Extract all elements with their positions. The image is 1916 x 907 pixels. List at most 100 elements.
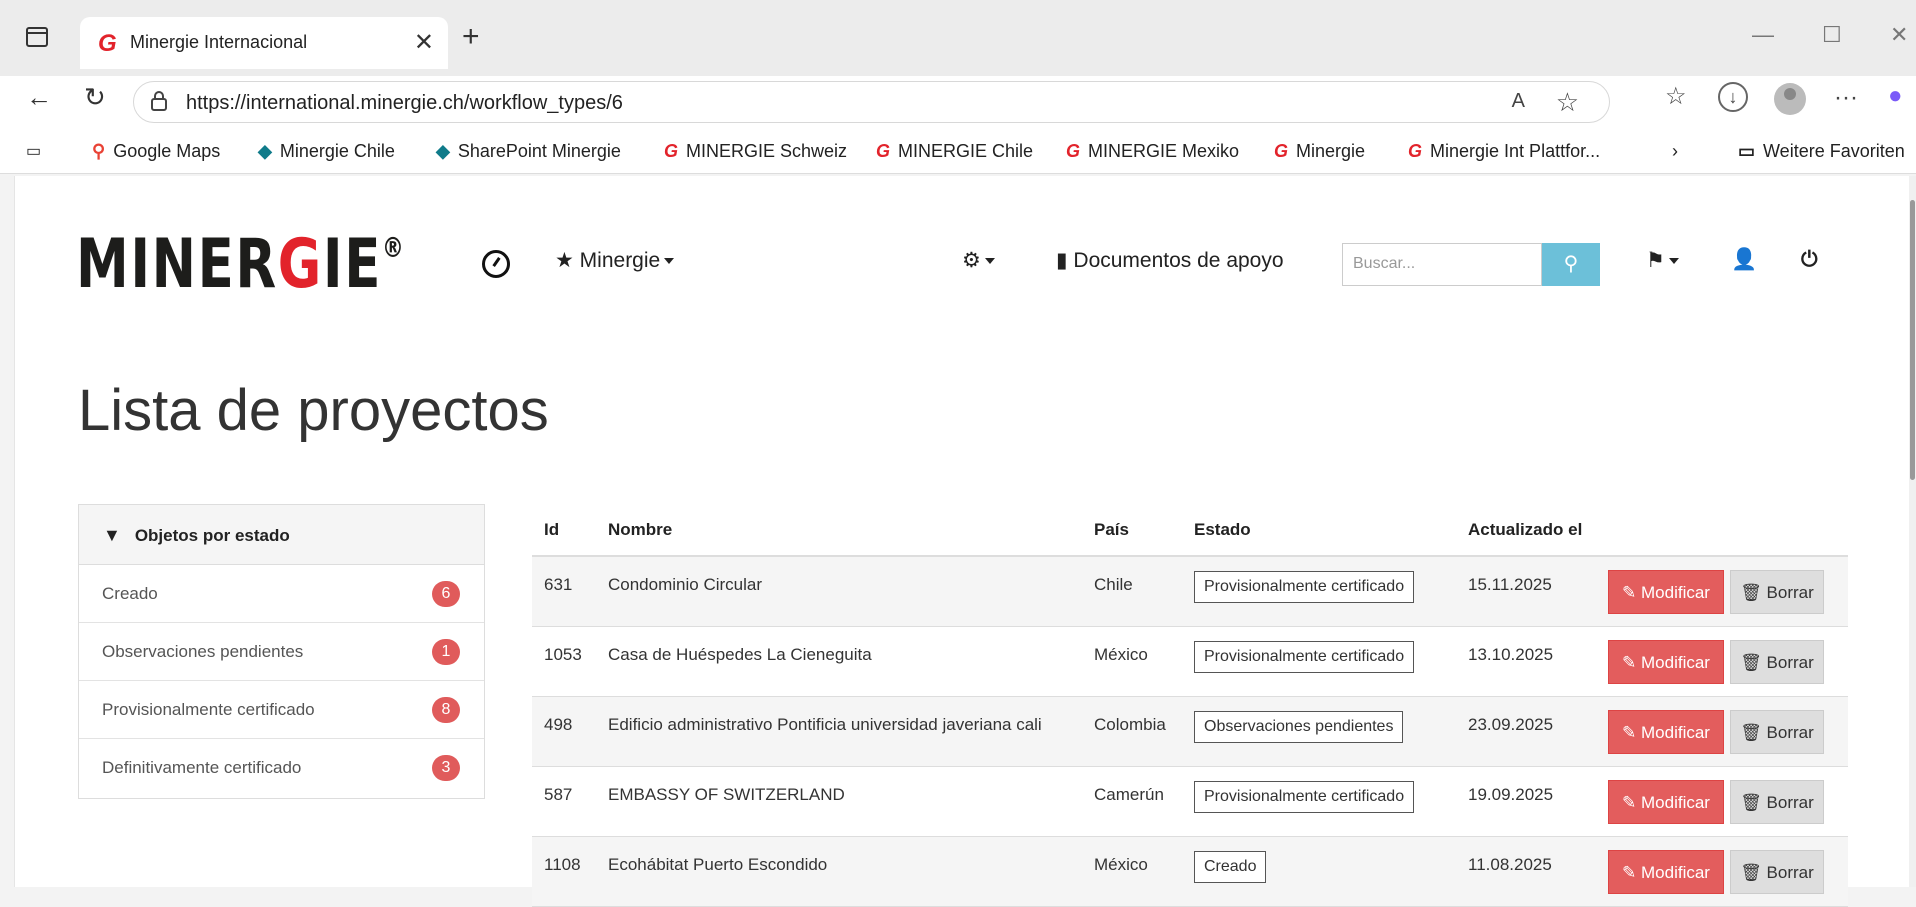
- favorite-item[interactable]: ◆ SharePoint Minergie: [436, 141, 621, 162]
- dashboard-icon[interactable]: [482, 250, 510, 278]
- delete-button[interactable]: 🗑 Borrar: [1730, 850, 1824, 894]
- documents-link[interactable]: ▮ Documentos de apoyo: [1056, 248, 1284, 273]
- minimize-icon[interactable]: —: [1752, 22, 1774, 48]
- favorite-item[interactable]: ⚲ Google Maps: [92, 141, 220, 162]
- search-input[interactable]: Buscar...: [1342, 243, 1542, 286]
- profile-avatar[interactable]: [1774, 83, 1806, 115]
- edit-button[interactable]: ✎ Modificar: [1608, 850, 1724, 894]
- column-header-country[interactable]: País: [1094, 520, 1129, 540]
- filter-icon: ▼: [103, 525, 121, 545]
- more-options-icon[interactable]: ···: [1834, 84, 1858, 112]
- reload-icon[interactable]: ↻: [84, 82, 106, 113]
- back-icon[interactable]: ←: [26, 82, 52, 113]
- cell-updated: 11.08.2025: [1468, 855, 1552, 874]
- read-aloud-icon[interactable]: A: [1512, 90, 1525, 113]
- url-field[interactable]: https://international.minergie.ch/workfl…: [133, 81, 1610, 123]
- sidebar-toggle-icon[interactable]: [26, 27, 48, 47]
- edit-button[interactable]: ✎ Modificar: [1608, 710, 1724, 754]
- new-tab-icon[interactable]: +: [462, 20, 480, 54]
- trash-icon: 🗑: [1740, 583, 1762, 602]
- cell-id: 1053: [544, 645, 582, 664]
- filter-item[interactable]: Creado 6: [79, 565, 484, 623]
- favorite-item[interactable]: G MINERGIE Schweiz: [664, 141, 847, 162]
- more-favorites-folder[interactable]: ▭ Weitere Favoriten: [1738, 141, 1905, 162]
- downloads-icon[interactable]: ↓: [1718, 82, 1748, 112]
- cell-id: 587: [544, 785, 573, 804]
- cell-country: Chile: [1094, 575, 1133, 594]
- filter-item[interactable]: Observaciones pendientes 1: [79, 623, 484, 681]
- state-label: Creado: [1194, 851, 1267, 883]
- delete-button-label: Borrar: [1766, 793, 1814, 812]
- favorite-item[interactable]: G Minergie: [1274, 141, 1365, 162]
- filter-item-label: Creado: [102, 584, 158, 603]
- filter-panel-header: ▼ Objetos por estado: [79, 505, 484, 565]
- map-pin-icon: ⚲: [92, 141, 106, 161]
- chevron-down-icon: [664, 258, 675, 265]
- pencil-icon: ✎: [1622, 653, 1637, 672]
- delete-button[interactable]: 🗑 Borrar: [1730, 570, 1824, 614]
- delete-button[interactable]: 🗑 Borrar: [1730, 710, 1824, 754]
- language-menu[interactable]: ⚑: [1646, 248, 1679, 273]
- state-label: Provisionalmente certificado: [1194, 641, 1415, 673]
- cell-country: Colombia: [1094, 715, 1166, 734]
- favorite-label: Google Maps: [113, 141, 221, 161]
- edit-button-label: Modificar: [1641, 583, 1710, 602]
- favorites-overflow-icon[interactable]: ›: [1672, 141, 1678, 162]
- browser-tab-bar: G Minergie Internacional ✕ + — ☐ ✕: [0, 0, 1916, 76]
- table-header: Id Nombre País Estado Actualizado el: [532, 505, 1848, 557]
- cell-updated: 15.11.2025: [1468, 575, 1552, 594]
- minergie-menu[interactable]: ★ Minergie: [555, 248, 675, 273]
- favorite-star-icon[interactable]: ☆: [1556, 87, 1579, 118]
- favorite-label: MINERGIE Schweiz: [686, 141, 848, 161]
- favorite-item[interactable]: ◆ Minergie Chile: [258, 141, 395, 162]
- column-header-name[interactable]: Nombre: [608, 520, 672, 540]
- search-button[interactable]: ⚲: [1542, 243, 1600, 286]
- filter-item[interactable]: Provisionalmente certificado 8: [79, 681, 484, 739]
- trash-icon: 🗑: [1740, 793, 1762, 812]
- site-info-icon[interactable]: [150, 91, 168, 111]
- trash-icon: 🗑: [1740, 863, 1762, 882]
- cell-country: México: [1094, 645, 1148, 664]
- state-label: Observaciones pendientes: [1194, 711, 1404, 743]
- filter-item-label: Provisionalmente certificado: [102, 700, 315, 719]
- edit-button-label: Modificar: [1641, 723, 1710, 742]
- settings-menu[interactable]: ⚙: [962, 248, 995, 273]
- favorite-label: MINERGIE Chile: [898, 141, 1034, 161]
- edit-button-label: Modificar: [1641, 863, 1710, 882]
- edit-button[interactable]: ✎ Modificar: [1608, 780, 1724, 824]
- favorites-list-icon[interactable]: ☆: [1665, 82, 1687, 111]
- delete-button[interactable]: 🗑 Borrar: [1730, 640, 1824, 684]
- pencil-icon: ✎: [1622, 723, 1637, 742]
- user-icon[interactable]: 👤: [1731, 248, 1757, 272]
- gear-icon: ⚙: [962, 249, 981, 272]
- cell-country: México: [1094, 855, 1148, 874]
- favorite-item[interactable]: G MINERGIE Chile: [876, 141, 1033, 162]
- scrollbar-thumb[interactable]: [1910, 200, 1915, 480]
- favorite-item[interactable]: G MINERGIE Mexiko: [1066, 141, 1239, 162]
- logout-icon[interactable]: ⏻: [1801, 248, 1818, 272]
- column-header-state[interactable]: Estado: [1194, 520, 1251, 540]
- maximize-icon[interactable]: ☐: [1822, 22, 1842, 48]
- chevron-down-icon: [984, 258, 995, 265]
- table-row: 498 Edificio administrativo Pontificia un…: [532, 697, 1848, 767]
- browser-tab[interactable]: G Minergie Internacional ✕: [80, 17, 448, 69]
- column-header-id[interactable]: Id: [544, 520, 559, 540]
- table-row: 1053 Casa de Huéspedes La Cieneguita Méxic…: [532, 627, 1848, 697]
- document-icon: ▮: [1056, 249, 1068, 272]
- minergie-logo[interactable]: MINERGIE®: [76, 225, 405, 304]
- delete-button-label: Borrar: [1766, 653, 1814, 672]
- edit-button[interactable]: ✎ Modificar: [1608, 640, 1724, 684]
- cell-updated: 19.09.2025: [1468, 785, 1554, 804]
- favorites-menu-icon[interactable]: ▭: [26, 141, 41, 161]
- trash-icon: 🗑: [1740, 723, 1762, 742]
- tab-title: Minergie Internacional: [130, 32, 308, 52]
- favorite-label: SharePoint Minergie: [457, 141, 621, 161]
- favorite-item[interactable]: G Minergie Int Plattfor...: [1408, 141, 1600, 162]
- copilot-icon[interactable]: ●: [1888, 82, 1903, 110]
- close-window-icon[interactable]: ✕: [1890, 22, 1908, 48]
- column-header-updated[interactable]: Actualizado el: [1468, 520, 1582, 540]
- delete-button[interactable]: 🗑 Borrar: [1730, 780, 1824, 824]
- edit-button[interactable]: ✎ Modificar: [1608, 570, 1724, 614]
- close-tab-icon[interactable]: ✕: [414, 28, 434, 57]
- filter-item[interactable]: Definitivamente certificado 3: [79, 739, 484, 797]
